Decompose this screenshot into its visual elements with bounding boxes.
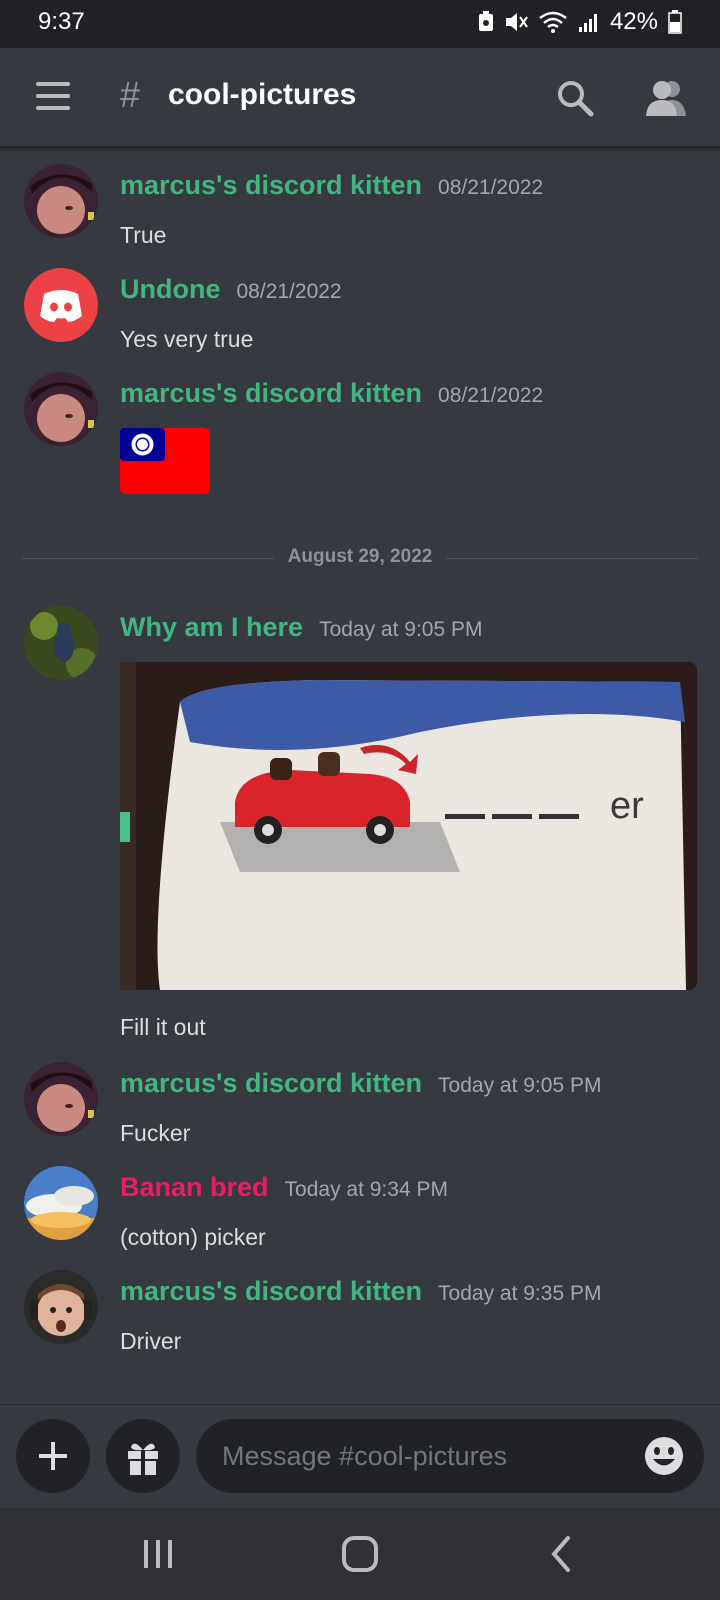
alarm-icon bbox=[478, 11, 493, 31]
taiwan-flag-emoji bbox=[120, 428, 210, 494]
message-text: Driver bbox=[120, 1328, 182, 1354]
message-author[interactable]: marcus's discord kitten bbox=[120, 1276, 422, 1307]
composer-bar bbox=[0, 1404, 720, 1508]
gift-icon bbox=[128, 1443, 158, 1475]
discord-logo-icon bbox=[40, 290, 82, 322]
message-timestamp: Today at 9:05 PM bbox=[438, 1074, 602, 1097]
avatar[interactable] bbox=[24, 268, 98, 342]
message-author[interactable]: Undone bbox=[120, 274, 221, 305]
avatar[interactable] bbox=[24, 372, 98, 446]
message-timestamp: Today at 9:05 PM bbox=[319, 618, 483, 641]
mute-icon bbox=[505, 13, 528, 31]
avatar[interactable] bbox=[24, 606, 98, 680]
wifi-icon bbox=[539, 11, 567, 33]
message-timestamp: 08/21/2022 bbox=[438, 176, 544, 199]
recent-apps-icon[interactable] bbox=[128, 1534, 188, 1574]
system-nav-bar bbox=[0, 1508, 720, 1600]
message-input[interactable] bbox=[222, 1419, 622, 1493]
message-text: Fill it out bbox=[120, 1014, 206, 1040]
channel-hash-icon: # bbox=[120, 74, 141, 115]
message-timestamp: Today at 9:34 PM bbox=[284, 1178, 448, 1201]
message-text: True bbox=[120, 222, 167, 248]
image-caption-text: er bbox=[610, 785, 644, 827]
members-icon[interactable] bbox=[644, 78, 688, 118]
avatar[interactable] bbox=[24, 1062, 98, 1136]
message-author[interactable]: Banan bred bbox=[120, 1172, 269, 1203]
message-list[interactable]: marcus's discord kitten 08/21/2022 True … bbox=[0, 150, 720, 1402]
menu-icon[interactable] bbox=[36, 82, 70, 110]
avatar[interactable] bbox=[24, 1166, 98, 1240]
search-icon[interactable] bbox=[555, 78, 595, 118]
battery-icon bbox=[668, 10, 682, 34]
message-timestamp: 08/21/2022 bbox=[236, 280, 342, 303]
add-attachment-button[interactable] bbox=[16, 1419, 90, 1493]
status-icons: 42% bbox=[478, 8, 682, 36]
emoji-icon[interactable] bbox=[644, 1436, 684, 1476]
message-text: (cotton) picker bbox=[120, 1224, 266, 1250]
back-icon[interactable] bbox=[532, 1534, 592, 1574]
message-author[interactable]: marcus's discord kitten bbox=[120, 170, 422, 201]
channel-header: # cool-pictures bbox=[0, 48, 720, 148]
plus-icon bbox=[39, 1442, 67, 1470]
date-divider-label: August 29, 2022 bbox=[273, 546, 447, 567]
message-timestamp: 08/21/2022 bbox=[438, 384, 544, 407]
battery-percent: 42% bbox=[609, 8, 658, 35]
message-text: Yes very true bbox=[120, 326, 254, 352]
message-author[interactable]: Why am I here bbox=[120, 612, 303, 643]
status-bar: 9:37 42% bbox=[0, 0, 720, 48]
date-divider: August 29, 2022 bbox=[22, 546, 698, 570]
avatar[interactable] bbox=[24, 1270, 98, 1344]
channel-title: cool-pictures bbox=[168, 78, 357, 111]
message-author[interactable]: marcus's discord kitten bbox=[120, 1068, 422, 1099]
signal-icon bbox=[578, 14, 597, 32]
message-author[interactable]: marcus's discord kitten bbox=[120, 378, 422, 409]
message-text: Fucker bbox=[120, 1120, 191, 1146]
gift-button[interactable] bbox=[106, 1419, 180, 1493]
image-attachment[interactable]: er bbox=[120, 662, 697, 990]
message-input-wrapper[interactable] bbox=[196, 1419, 704, 1493]
avatar[interactable] bbox=[24, 164, 98, 238]
home-icon[interactable] bbox=[330, 1534, 390, 1574]
status-time: 9:37 bbox=[38, 8, 85, 35]
message-timestamp: Today at 9:35 PM bbox=[438, 1282, 602, 1305]
